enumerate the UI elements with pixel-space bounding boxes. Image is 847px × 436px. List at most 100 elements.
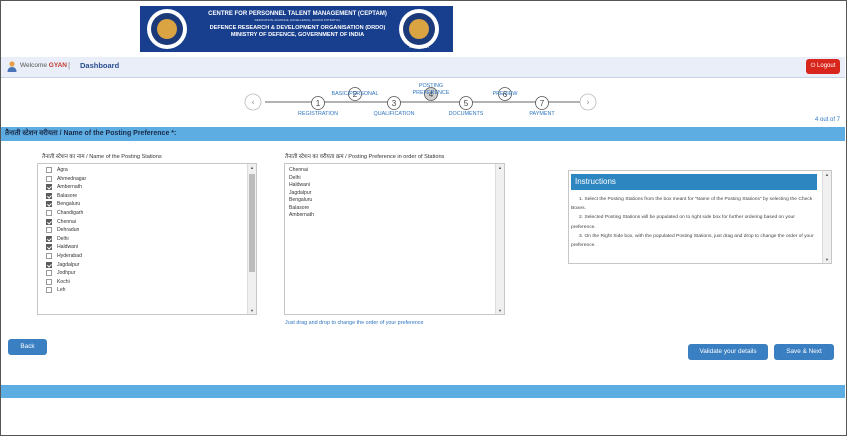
progress-stepper: ‹ › 1234567 REGISTRATION BASIC/PERSONAL …: [0, 0, 847, 130]
step-label-preview: PREVIEW: [492, 91, 518, 97]
station-item[interactable]: Agra: [38, 166, 256, 175]
station-checkbox[interactable]: [46, 235, 52, 242]
validate-details-button[interactable]: Validate your details: [688, 344, 768, 360]
step-number: 5: [464, 99, 469, 108]
scroll-down-icon[interactable]: ▼: [248, 308, 256, 313]
step-3[interactable]: 3: [387, 96, 401, 110]
stepper-graphic: ‹ › 1234567: [244, 87, 597, 111]
preference-scrollbar[interactable]: ▲ ▼: [495, 164, 504, 314]
station-item[interactable]: Dehradun: [38, 226, 256, 235]
chevron-right-icon: ›: [586, 98, 590, 108]
step-label-documents: DOCUMENTS: [448, 111, 484, 117]
station-checkbox[interactable]: [46, 261, 52, 268]
stations-heading: तैनाती स्टेशन का नाम / Name of the Posti…: [42, 154, 162, 160]
back-button[interactable]: Back: [8, 339, 47, 355]
step-label-basic-personal: BASIC/PERSONAL: [331, 91, 379, 97]
instruction-line: 1. Select the Posting Stations from the …: [571, 197, 813, 212]
step-number: 7: [540, 99, 545, 108]
station-label: Agra: [57, 167, 68, 173]
station-label: Jagdalpur: [57, 261, 80, 268]
station-checkbox[interactable]: [46, 201, 52, 208]
station-label: Ambernath: [57, 184, 82, 191]
station-item[interactable]: Jodhpur: [38, 269, 256, 278]
drag-drop-hint: Just drag and drop to change the order o…: [285, 320, 424, 326]
preference-item[interactable]: Bengaluru: [285, 197, 504, 205]
station-item[interactable]: Ambernath: [38, 183, 256, 192]
preference-item[interactable]: Chennai: [285, 167, 504, 175]
instruction-line: 2. Selected Posting Stations will be pop…: [571, 215, 795, 230]
footer-bar: [1, 385, 845, 398]
step-label-posting-line1: POSTING: [418, 83, 444, 89]
station-checkbox[interactable]: [46, 270, 52, 277]
preference-item[interactable]: Balasore: [285, 205, 504, 213]
step-number: 1: [316, 99, 321, 108]
station-label: Jodhpur: [57, 270, 76, 277]
step-label-registration: REGISTRATION: [297, 111, 339, 117]
step-number: 3: [392, 99, 397, 108]
step-5[interactable]: 5: [459, 96, 473, 110]
instructions-scrollbar[interactable]: ▲ ▼: [822, 171, 831, 263]
station-checkbox[interactable]: [46, 278, 52, 285]
station-checkbox[interactable]: [46, 244, 52, 251]
station-checkbox[interactable]: [46, 252, 52, 259]
station-label: Hyderabad: [57, 252, 82, 259]
station-item[interactable]: Chennai: [38, 218, 256, 227]
instructions-body: 1. Select the Posting Stations from the …: [571, 195, 815, 250]
stations-listbox[interactable]: Agra Ahmednagar Ambernath Balasore Bengaluru…: [37, 163, 257, 315]
save-next-button[interactable]: Save & Next: [774, 344, 834, 360]
station-item[interactable]: Kochi: [38, 278, 256, 287]
station-label: Dehradun: [57, 227, 80, 234]
scroll-up-icon[interactable]: ▲: [248, 165, 256, 170]
step-label-payment: PAYMENT: [529, 111, 555, 117]
preference-heading: तैनाती स्टेशन का वरीयता क्रम / Posting P…: [285, 154, 445, 160]
station-checkbox[interactable]: [46, 192, 52, 199]
preference-listbox[interactable]: Chennai Delhi Haldwani Jagdalpur Bengaluru Ba…: [284, 163, 505, 315]
station-checkbox[interactable]: [46, 175, 52, 182]
preference-item[interactable]: Haldwani: [285, 182, 504, 190]
station-item[interactable]: Leh: [38, 286, 256, 295]
preference-item[interactable]: Jagdalpur: [285, 190, 504, 198]
preference-item[interactable]: Ambernath: [285, 212, 504, 220]
station-item[interactable]: Hyderabad: [38, 252, 256, 261]
scroll-up-icon[interactable]: ▲: [823, 172, 831, 177]
instruction-line: 3. On the Right Side box, with the popul…: [571, 233, 814, 249]
station-label: Chennai: [57, 218, 76, 225]
station-label: Chandigarh: [57, 209, 84, 216]
station-checkbox[interactable]: [46, 209, 52, 216]
chevron-left-icon: ‹: [251, 98, 255, 108]
station-checkbox[interactable]: [46, 218, 52, 225]
section-title: तैनाती स्टेशन वरीयता / Name of the Posti…: [1, 127, 845, 141]
station-label: Kochi: [57, 278, 70, 285]
stepper-prev-button[interactable]: ‹: [244, 93, 262, 111]
station-checkbox[interactable]: [46, 167, 52, 173]
station-checkbox[interactable]: [46, 184, 52, 191]
station-item[interactable]: Bengaluru: [38, 200, 256, 209]
station-item[interactable]: Balasore: [38, 192, 256, 201]
station-item[interactable]: Ahmednagar: [38, 175, 256, 184]
station-item[interactable]: Jagdalpur: [38, 261, 256, 270]
step-count: 4 out of 7: [815, 117, 841, 123]
step-label-qualification: QUALIFICATION: [373, 111, 415, 117]
station-label: Delhi: [57, 235, 69, 242]
stepper-next-button[interactable]: ›: [579, 93, 597, 111]
station-label: Leh: [57, 287, 66, 294]
station-item[interactable]: Haldwani: [38, 243, 256, 252]
preference-item[interactable]: Delhi: [285, 175, 504, 183]
station-label: Haldwani: [57, 244, 78, 251]
step-label-posting-line2: PREFERENCE: [412, 90, 450, 96]
scroll-down-icon[interactable]: ▼: [496, 308, 504, 313]
instructions-title: Instructions: [571, 174, 817, 190]
station-checkbox[interactable]: [46, 287, 52, 294]
station-label: Balasore: [57, 192, 78, 199]
instructions-box: Instructions 1. Select the Posting Stati…: [568, 170, 832, 264]
station-checkbox[interactable]: [46, 227, 52, 234]
step-1[interactable]: 1: [311, 96, 325, 110]
scroll-up-icon[interactable]: ▲: [496, 165, 504, 170]
step-7[interactable]: 7: [535, 96, 549, 110]
stations-scrollbar[interactable]: ▲ ▼: [247, 164, 256, 314]
stations-scroll-thumb[interactable]: [249, 174, 255, 272]
station-label: Bengaluru: [57, 201, 81, 208]
scroll-down-icon[interactable]: ▼: [823, 257, 831, 262]
station-item[interactable]: Chandigarh: [38, 209, 256, 218]
station-item[interactable]: Delhi: [38, 235, 256, 244]
